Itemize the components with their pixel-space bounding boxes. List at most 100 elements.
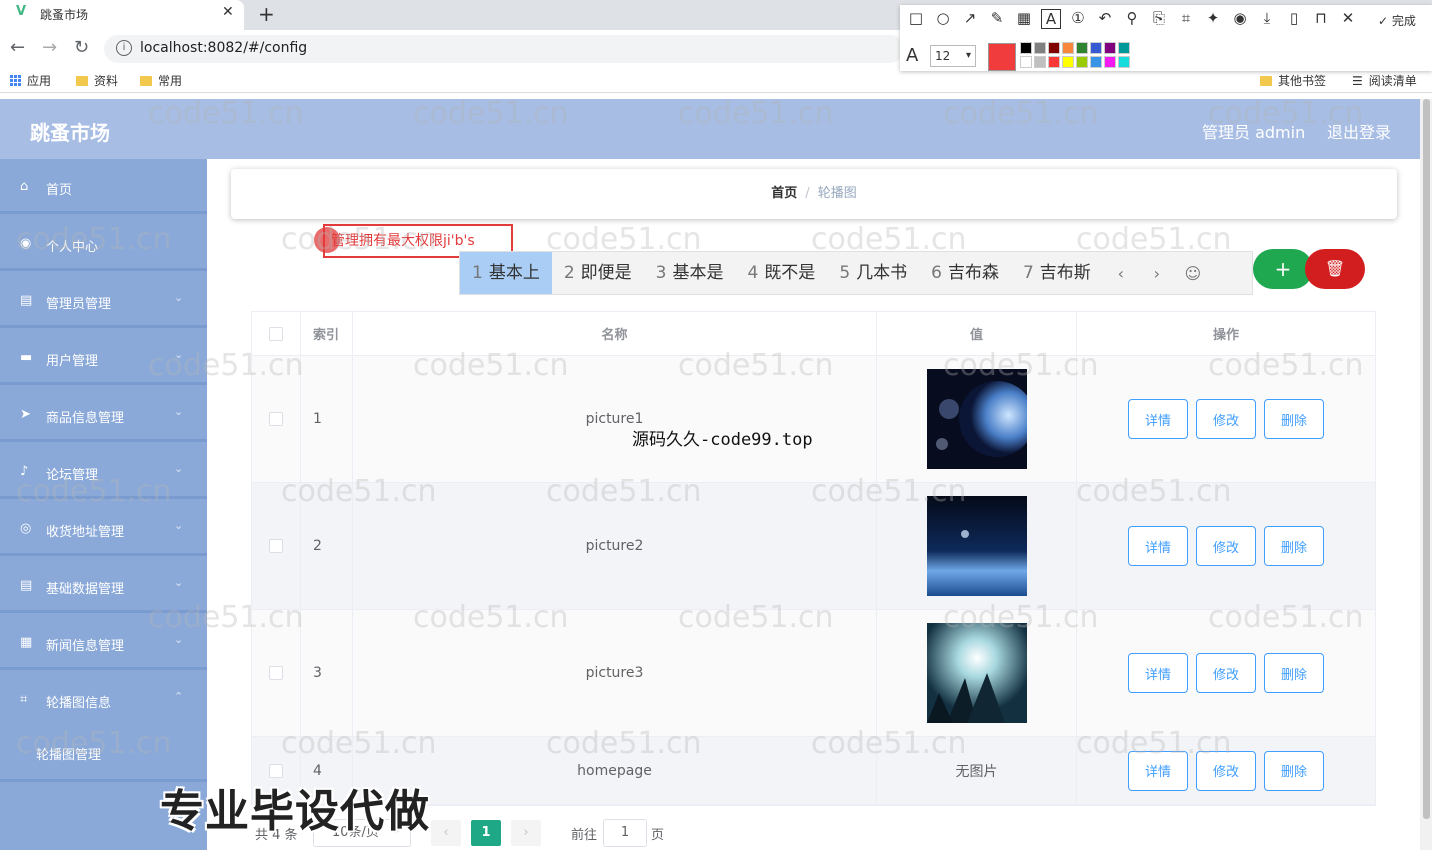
color-swatch[interactable]: [1090, 42, 1102, 54]
record-icon[interactable]: ◉: [1230, 9, 1250, 29]
color-swatch[interactable]: [1048, 56, 1060, 68]
candidate-text: 即便是: [580, 263, 632, 283]
ellipse-icon[interactable]: ○: [933, 9, 953, 29]
color-swatch[interactable]: [1062, 42, 1074, 54]
scrollbar-thumb[interactable]: [1423, 99, 1430, 819]
sidebar-item-profile[interactable]: ◉ 个人中心: [0, 216, 207, 271]
cancel-icon[interactable]: ✕: [1338, 9, 1358, 29]
ime-candidate[interactable]: 5 几本书: [827, 252, 919, 294]
page-number-current[interactable]: 1: [471, 820, 501, 846]
close-tab-icon[interactable]: ✕: [222, 4, 234, 20]
sidebar-item-news[interactable]: ▦ 新闻信息管理 ⌄: [0, 615, 207, 670]
ime-candidate[interactable]: 6 吉布森: [919, 252, 1011, 294]
prev-page-icon[interactable]: ‹: [431, 820, 461, 846]
delete-button[interactable]: 删除: [1264, 526, 1324, 566]
edit-button[interactable]: 修改: [1196, 653, 1256, 693]
sidebar-item-basic-data[interactable]: ▤ 基础数据管理 ⌄: [0, 558, 207, 613]
forward-icon[interactable]: →: [42, 37, 57, 58]
bookmark-folder[interactable]: 常用: [140, 72, 182, 89]
edit-button[interactable]: 修改: [1196, 526, 1256, 566]
color-swatch[interactable]: [1020, 42, 1032, 54]
ime-candidate[interactable]: 1 基本上: [460, 252, 552, 294]
detail-button[interactable]: 详情: [1128, 399, 1188, 439]
color-swatch[interactable]: [1118, 56, 1130, 68]
color-swatch[interactable]: [1104, 42, 1116, 54]
arrow-icon[interactable]: ↗: [960, 9, 980, 29]
batch-delete-button[interactable]: 🗑: [1305, 249, 1365, 289]
color-swatch[interactable]: [1090, 56, 1102, 68]
reload-icon[interactable]: ↻: [74, 37, 89, 58]
sidebar-item-home[interactable]: ⌂ 首页: [0, 159, 207, 214]
chevron-right-icon[interactable]: ›: [1139, 264, 1175, 283]
bookmark-apps[interactable]: 应用: [10, 72, 51, 89]
reading-list[interactable]: ☰ 阅读清单: [1352, 72, 1417, 89]
color-swatch[interactable]: [1020, 56, 1032, 68]
sidebar-item-carousel[interactable]: ⌗ 轮播图信息 ⌃ 轮播图管理: [0, 672, 207, 782]
ime-candidate[interactable]: 2 即便是: [552, 252, 644, 294]
ime-candidate[interactable]: 4 既不是: [735, 252, 827, 294]
select-all-checkbox[interactable]: [269, 326, 283, 341]
page-scrollbar[interactable]: [1420, 99, 1432, 850]
delete-button[interactable]: 删除: [1264, 750, 1324, 791]
bookmark-folder[interactable]: 资料: [76, 72, 118, 89]
current-color-swatch[interactable]: [988, 43, 1016, 71]
color-swatch[interactable]: [1104, 56, 1116, 68]
goto-page-input[interactable]: 1: [603, 819, 647, 847]
download-icon[interactable]: ⤓: [1257, 9, 1277, 29]
sidebar-item-address[interactable]: ◎ 收货地址管理 ⌄: [0, 501, 207, 556]
number-icon[interactable]: ①: [1068, 9, 1088, 29]
color-swatch[interactable]: [1034, 42, 1046, 54]
font-size-select[interactable]: 12: [930, 45, 976, 67]
done-button[interactable]: ✓ 完成: [1378, 12, 1416, 29]
row-checkbox[interactable]: [269, 412, 283, 426]
edit-button[interactable]: 修改: [1196, 750, 1256, 791]
sidebar-item-forum[interactable]: ♪ 论坛管理 ⌄: [0, 444, 207, 499]
browser-tab[interactable]: V 跳蚤市场 ✕: [0, 0, 244, 30]
translate-icon[interactable]: ⎘: [1149, 9, 1169, 29]
bookmark-other[interactable]: 其他书签: [1260, 72, 1326, 89]
next-page-icon[interactable]: ›: [511, 820, 541, 846]
logout-button[interactable]: 退出登录: [1327, 119, 1391, 143]
ime-candidate[interactable]: 7 吉布斯: [1011, 252, 1103, 294]
color-swatch[interactable]: [1118, 42, 1130, 54]
pin-icon[interactable]: ⚲: [1122, 9, 1142, 29]
candidate-number: 3: [655, 263, 667, 283]
sidebar-item-goods[interactable]: ➤ 商品信息管理 ⌄: [0, 387, 207, 442]
pen-icon[interactable]: ✎: [987, 9, 1007, 29]
sidebar-item-users[interactable]: ▬ 用户管理 ⌄: [0, 330, 207, 385]
row-checkbox[interactable]: [269, 666, 283, 680]
data-table: 索引 名称 值 操作 1 picture1 详情 修改 删除 2 picture…: [251, 311, 1376, 806]
pin-top-icon[interactable]: ✦: [1203, 9, 1223, 29]
site-info-icon[interactable]: i: [116, 40, 132, 56]
chevron-left-icon[interactable]: ‹: [1103, 264, 1139, 283]
emoji-icon[interactable]: ☺: [1175, 264, 1211, 283]
sidebar-subitem-carousel-manage[interactable]: 轮播图管理: [36, 744, 101, 763]
detail-button[interactable]: 详情: [1128, 526, 1188, 566]
rectangle-icon[interactable]: □: [906, 9, 926, 29]
ime-candidate[interactable]: 3 基本是: [644, 252, 736, 294]
ocr-icon[interactable]: ⌗: [1176, 9, 1196, 29]
delete-button[interactable]: 删除: [1264, 653, 1324, 693]
add-button[interactable]: +: [1253, 249, 1313, 289]
new-tab-icon[interactable]: +: [258, 2, 275, 26]
color-swatch[interactable]: [1076, 42, 1088, 54]
mosaic-icon[interactable]: ▦: [1014, 9, 1034, 29]
breadcrumb-home[interactable]: 首页: [771, 186, 797, 201]
color-swatch[interactable]: [1034, 56, 1046, 68]
detail-button[interactable]: 详情: [1128, 750, 1188, 791]
color-swatch[interactable]: [1048, 42, 1060, 54]
edit-button[interactable]: 修改: [1196, 399, 1256, 439]
text-icon[interactable]: A: [1041, 9, 1061, 29]
color-swatch[interactable]: [1062, 56, 1074, 68]
phone-icon[interactable]: ▯: [1284, 9, 1304, 29]
url-input[interactable]: i localhost:8082/#/config: [104, 35, 904, 63]
undo-icon[interactable]: ↶: [1095, 9, 1115, 29]
detail-button[interactable]: 详情: [1128, 653, 1188, 693]
row-value: [877, 610, 1077, 736]
bookmark-icon[interactable]: ⊓: [1311, 9, 1331, 29]
delete-button[interactable]: 删除: [1264, 399, 1324, 439]
color-swatch[interactable]: [1076, 56, 1088, 68]
sidebar-item-admins[interactable]: ▤ 管理员管理 ⌄: [0, 273, 207, 328]
back-icon[interactable]: ←: [10, 37, 25, 58]
row-checkbox[interactable]: [269, 539, 283, 553]
